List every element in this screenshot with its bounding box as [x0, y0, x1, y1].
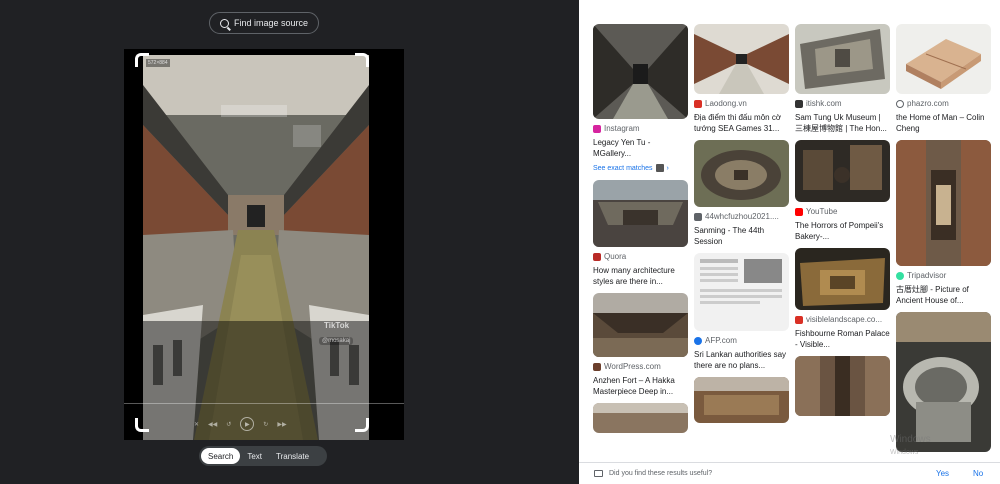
tripadvisor-icon — [896, 271, 904, 280]
feedback-bar: Did you find these results useful? Yes N… — [579, 462, 1000, 484]
feedback-question: Did you find these results useful? — [609, 470, 713, 477]
result-source: visiblelandscape.co... — [795, 315, 890, 324]
prev-icon: ◀◀ — [208, 421, 218, 428]
find-image-source-button[interactable]: Find image source — [209, 12, 319, 34]
results-column-4: phazro.com the Home of Man – Colin Cheng… — [896, 24, 991, 457]
replay-icon: ↺ — [226, 421, 232, 428]
results-column-2: Laodong.vn Địa điểm thi đấu môn cờ tướng… — [694, 24, 789, 428]
visual-matches-panel: Instagram Legacy Yen Tu - MGallery... Se… — [579, 0, 1000, 484]
tab-text[interactable]: Text — [240, 448, 269, 464]
result-thumb[interactable] — [896, 24, 991, 94]
globe-icon — [896, 99, 904, 108]
next-icon: ▶▶ — [277, 421, 287, 428]
result-source: 44whcfuzhou2021.... — [694, 212, 789, 221]
tiktok-user-watermark: @mosakaj — [319, 337, 354, 345]
afp-icon — [694, 336, 702, 345]
tiktok-watermark: TikTok — [324, 321, 350, 330]
instagram-icon — [593, 124, 601, 133]
result-source: Tripadvisor — [896, 271, 991, 280]
lens-left-panel: Find image source 572×884 TikTok @mosaka… — [0, 0, 579, 484]
result-thumb[interactable] — [795, 248, 890, 310]
image-size-badge: 572×884 — [146, 59, 170, 67]
feedback-icon — [594, 470, 603, 477]
result-title[interactable]: Địa điểm thi đấu môn cờ tướng SEA Games … — [694, 112, 789, 134]
result-source: AFP.com — [694, 336, 789, 345]
feedback-yes-button[interactable]: Yes — [936, 469, 949, 478]
laodong-icon — [694, 99, 702, 108]
result-thumb[interactable] — [795, 24, 890, 94]
result-thumb[interactable] — [694, 24, 789, 94]
result-thumb[interactable] — [694, 253, 789, 331]
result-title[interactable]: Anzhen Fort – A Hakka Masterpiece Deep i… — [593, 375, 688, 397]
tab-translate[interactable]: Translate — [269, 448, 316, 464]
forward-icon: ↻ — [263, 421, 269, 428]
play-icon: ▶ — [240, 417, 255, 431]
crop-handle-bottom-left[interactable] — [135, 418, 149, 432]
result-title[interactable]: Sri Lankan authorities say there are no … — [694, 349, 789, 371]
video-controls: ✕ ◀◀ ↺ ▶ ↻ ▶▶ — [194, 417, 287, 431]
result-thumb[interactable] — [593, 293, 688, 357]
result-source: phazro.com — [896, 99, 991, 108]
find-image-source-label: Find image source — [233, 18, 309, 28]
result-thumb[interactable] — [795, 140, 890, 202]
result-source: WordPress.com — [593, 362, 688, 371]
crop-handle-bottom-right[interactable] — [355, 418, 369, 432]
result-source: Instagram — [593, 124, 688, 133]
result-title[interactable]: Sanming - The 44th Session — [694, 225, 789, 247]
visiblelandscape-icon — [795, 315, 803, 324]
result-thumb[interactable] — [694, 377, 789, 423]
see-exact-matches-link[interactable]: See exact matches › — [593, 164, 688, 172]
result-source: YouTube — [795, 207, 890, 216]
video-progress-bar — [124, 403, 404, 404]
image-viewer[interactable]: 572×884 TikTok @mosakaj ✕ ◀◀ ↺ ▶ ↻ ▶▶ — [124, 49, 404, 440]
windows-activation-watermark-sub: Windows — [890, 449, 919, 456]
feedback-no-button[interactable]: No — [973, 469, 983, 478]
result-title[interactable]: Sam Tung Uk Museum | 三棟屋博物館 | The Hon... — [795, 112, 890, 134]
shuffle-icon: ✕ — [194, 421, 200, 428]
chevron-right-icon: › — [666, 164, 669, 172]
result-thumb[interactable] — [593, 180, 688, 247]
crop-handle-top-right[interactable] — [355, 53, 369, 67]
person-icon — [795, 99, 803, 108]
result-title[interactable]: How many architecture styles are there i… — [593, 265, 688, 287]
exact-match-thumb-icon — [655, 164, 664, 172]
results-column-1: Instagram Legacy Yen Tu - MGallery... Se… — [593, 24, 688, 438]
result-thumb[interactable] — [593, 24, 688, 119]
results-column-3: itishk.com Sam Tung Uk Museum | 三棟屋博物館 |… — [795, 24, 890, 421]
result-thumb[interactable] — [896, 312, 991, 452]
result-source: Laodong.vn — [694, 99, 789, 108]
result-title[interactable]: 古厝灶腳 - Picture of Ancient House of... — [896, 284, 991, 306]
result-thumb[interactable] — [593, 403, 688, 433]
result-title[interactable]: Legacy Yen Tu - MGallery... — [593, 137, 688, 159]
youtube-icon — [795, 207, 803, 216]
result-source: Quora — [593, 252, 688, 261]
result-title[interactable]: the Home of Man – Colin Cheng — [896, 112, 991, 134]
result-thumb[interactable] — [694, 140, 789, 207]
wordpress-icon — [593, 362, 601, 371]
windows-activation-watermark: Windows — [890, 434, 931, 445]
lens-search-icon — [219, 18, 229, 28]
result-title[interactable]: Fishbourne Roman Palace - Visible... — [795, 328, 890, 350]
crop-handle-top-left[interactable] — [135, 53, 149, 67]
result-thumb[interactable] — [795, 356, 890, 416]
tab-search[interactable]: Search — [201, 448, 241, 464]
result-title[interactable]: The Horrors of Pompeii's Bakery-... — [795, 220, 890, 242]
document-icon — [694, 212, 702, 221]
lens-mode-tabs: Search Text Translate — [199, 446, 327, 466]
result-source: itishk.com — [795, 99, 890, 108]
result-thumb[interactable] — [896, 140, 991, 266]
quora-icon — [593, 252, 601, 261]
